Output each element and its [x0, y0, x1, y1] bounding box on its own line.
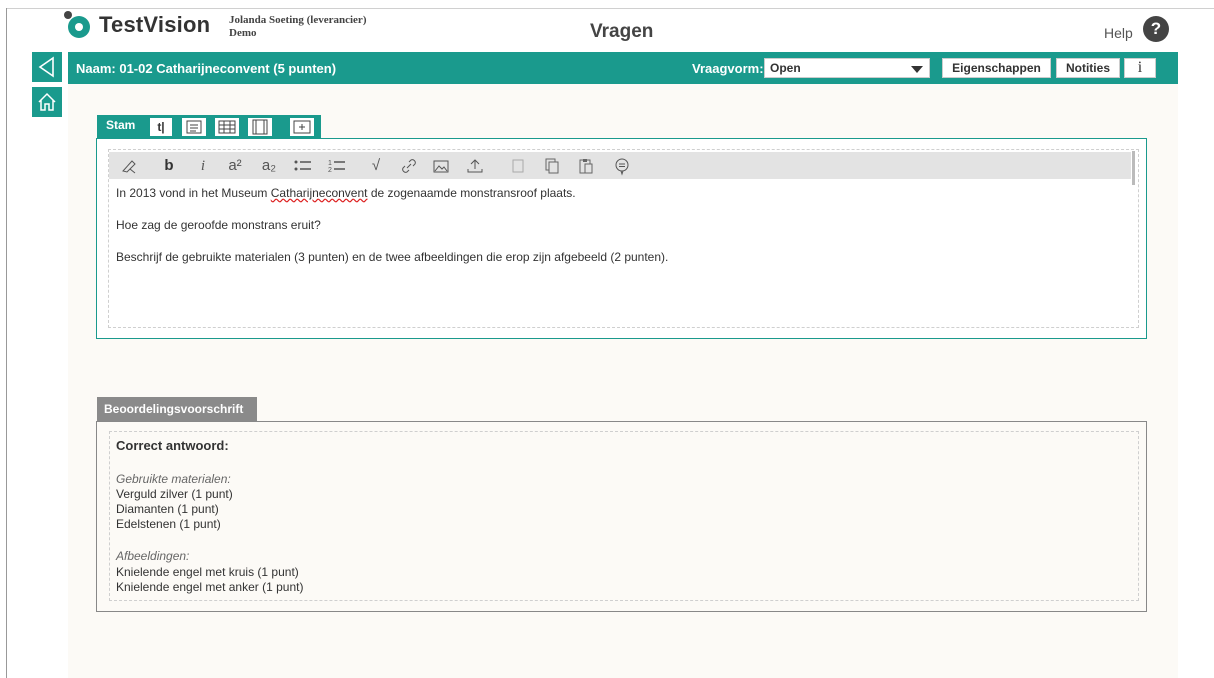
list-item: Knielende engel met kruis (1 punt) — [116, 565, 299, 579]
stam-paragraph-2: Hoe zag de geroofde monstrans eruit? — [116, 218, 321, 232]
text-block-icon[interactable]: t| — [150, 118, 172, 136]
upload-icon[interactable] — [464, 156, 486, 176]
correct-answer-heading: Correct antwoord: — [116, 438, 229, 453]
media-block-icon[interactable] — [248, 118, 272, 136]
info-button[interactable]: i — [1124, 58, 1156, 78]
vraagvorm-select[interactable]: Open — [764, 58, 930, 78]
window-left-border — [6, 8, 7, 678]
user-info: Jolanda Soeting (leverancier) Demo — [229, 14, 366, 40]
svg-text:1: 1 — [328, 160, 332, 167]
table-block-icon[interactable] — [215, 118, 239, 136]
page-title: Vragen — [590, 21, 654, 42]
testvision-logo[interactable]: TestVision — [64, 11, 211, 38]
italic-button[interactable]: i — [192, 156, 214, 176]
chevron-left-icon — [38, 56, 54, 78]
clear-format-icon[interactable] — [118, 156, 140, 176]
section-title: Gebruikte materialen: — [116, 472, 231, 486]
list-block-icon[interactable] — [182, 118, 206, 136]
home-button[interactable] — [32, 87, 62, 117]
vraagvorm-value: Open — [770, 61, 801, 75]
stam-paragraph-1: In 2013 vond in het Museum Catharijnecon… — [116, 186, 576, 200]
home-icon — [38, 92, 56, 111]
chevron-down-icon — [911, 66, 923, 73]
help-icon[interactable]: ? — [1143, 16, 1169, 42]
paragraph-text: In 2013 vond in het Museum — [116, 186, 271, 200]
spellcheck-word: Catharijneconvent — [270, 186, 368, 200]
numbered-list-icon[interactable]: 12 — [325, 156, 349, 176]
list-item: Edelstenen (1 punt) — [116, 517, 221, 531]
logo-icon — [64, 11, 92, 38]
bold-button[interactable]: b — [158, 156, 180, 176]
editor-scrollbar[interactable] — [1132, 151, 1135, 185]
list-item: Diamanten (1 punt) — [116, 502, 219, 516]
paragraph-text: de zogenaamde monstransroof plaats. — [367, 186, 576, 200]
section-title: Afbeeldingen: — [116, 549, 190, 563]
add-block-icon[interactable] — [290, 118, 314, 136]
eigenschappen-button[interactable]: Eigenschappen — [942, 58, 1051, 78]
help-link[interactable]: Help — [1104, 25, 1133, 41]
notities-button[interactable]: Notities — [1056, 58, 1120, 78]
subscript-button[interactable]: a₂ — [256, 156, 282, 176]
cut-icon[interactable] — [508, 156, 528, 176]
svg-text:2: 2 — [328, 167, 332, 174]
list-item: Knielende engel met anker (1 punt) — [116, 580, 304, 594]
back-button[interactable] — [32, 52, 62, 82]
user-name: Jolanda Soeting (leverancier) — [229, 14, 367, 26]
vraagvorm-label: Vraagvorm: — [692, 61, 764, 76]
copy-icon[interactable] — [542, 156, 562, 176]
image-icon[interactable] — [430, 156, 452, 176]
formula-button[interactable]: √ — [366, 156, 386, 176]
stam-tab-label: Stam — [106, 118, 136, 132]
question-name: Naam: 01-02 Catharijneconvent (5 punten) — [76, 61, 337, 76]
beoordelingsvoorschrift-label: Beoordelingsvoorschrift — [104, 402, 244, 416]
paste-icon[interactable] — [576, 156, 596, 176]
link-icon[interactable] — [398, 156, 420, 176]
logo-text: TestVision — [99, 12, 211, 37]
superscript-button[interactable]: a² — [222, 156, 248, 176]
user-org: Demo — [229, 27, 257, 39]
stam-paragraph-3: Beschrijf de gebruikte materialen (3 pun… — [116, 250, 669, 264]
bullet-list-icon[interactable] — [291, 156, 315, 176]
comment-icon[interactable] — [612, 156, 632, 176]
list-item: Verguld zilver (1 punt) — [116, 487, 233, 501]
